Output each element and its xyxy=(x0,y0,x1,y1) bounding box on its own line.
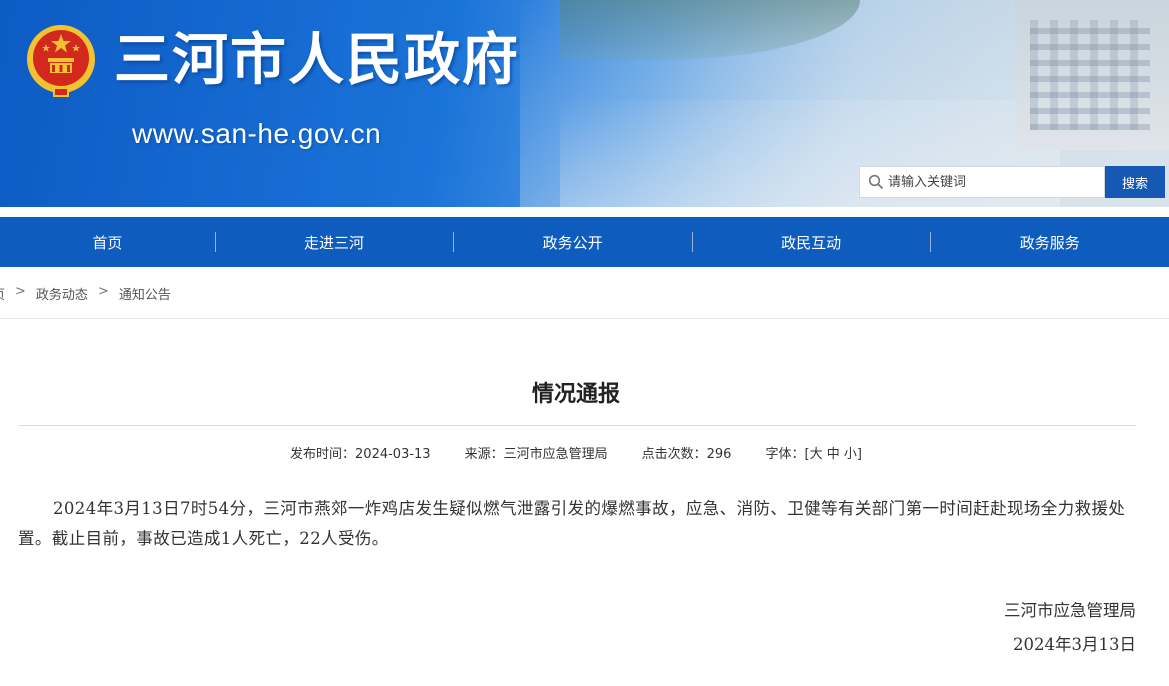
article-title: 情况通报 xyxy=(531,382,620,407)
search-button[interactable]: 搜索 xyxy=(1105,166,1165,198)
breadcrumb-separator: > xyxy=(97,284,109,299)
meta-source-value: 三河市应急管理局 xyxy=(503,447,608,462)
meta-views: 点击次数：296 xyxy=(642,443,732,462)
search-input[interactable] xyxy=(888,168,1088,196)
header-gap xyxy=(0,207,1169,217)
site-title: 三河市人民政府 xyxy=(114,28,520,93)
meta-views-count: 296 xyxy=(706,447,732,462)
meta-fontsize-bracket: ] xyxy=(856,447,862,462)
meta-publish: 发布时间：2024-03-13 xyxy=(290,443,431,462)
fontsize-medium-button[interactable]: 中 xyxy=(827,447,840,462)
fontsize-large-button[interactable]: 大 xyxy=(810,447,823,462)
meta-fontsize-label: 字体： xyxy=(765,447,805,462)
magnifier-icon xyxy=(868,174,884,190)
meta-publish-label: 发布时间： xyxy=(290,447,356,462)
national-emblem-icon[interactable] xyxy=(24,22,98,98)
nav-item-home[interactable]: 首页 xyxy=(0,217,215,267)
site-url: www.san-he.gov.cn xyxy=(132,118,382,149)
main-nav: 首页 走进三河 政务公开 政民互动 政务服务 xyxy=(0,217,1169,267)
breadcrumb-gov-news[interactable]: 政务动态 xyxy=(36,284,88,303)
meta-fontsize: 字体：[大 中 小] xyxy=(765,443,862,462)
breadcrumb: 页 > 政务动态 > 通知公告 xyxy=(0,284,171,303)
meta-publish-date: 2024-03-13 xyxy=(355,447,431,462)
breadcrumb-divider xyxy=(0,318,1169,319)
nav-item-services[interactable]: 政务服务 xyxy=(930,217,1169,267)
search-box xyxy=(859,166,1105,198)
title-divider xyxy=(18,425,1136,426)
banner-building xyxy=(1015,0,1169,150)
article-body: 2024年3月13日7时54分，三河市燕郊一炸鸡店发生疑似燃气泄露引发的爆燃事故… xyxy=(18,499,1126,548)
breadcrumb-home[interactable]: 页 xyxy=(0,284,5,303)
breadcrumb-notices[interactable]: 通知公告 xyxy=(119,284,171,303)
meta-views-label: 点击次数： xyxy=(641,447,707,462)
signature-date: 2024年3月13日 xyxy=(1013,635,1136,654)
nav-item-interaction[interactable]: 政民互动 xyxy=(691,217,931,267)
meta-source: 来源：三河市应急管理局 xyxy=(465,443,608,462)
nav-item-about[interactable]: 走进三河 xyxy=(214,217,454,267)
breadcrumb-separator: > xyxy=(15,284,26,299)
article-meta: 发布时间：2024-03-13 来源：三河市应急管理局 点击次数：296 字体：… xyxy=(0,443,1152,462)
nav-item-gov-affairs[interactable]: 政务公开 xyxy=(453,217,692,267)
fontsize-small-button[interactable]: 小 xyxy=(844,447,857,462)
meta-source-label: 来源： xyxy=(464,447,504,462)
header-banner: 三河市人民政府 www.san-he.gov.cn 搜索 xyxy=(0,0,1169,207)
signature-org: 三河市应急管理局 xyxy=(1004,601,1136,620)
